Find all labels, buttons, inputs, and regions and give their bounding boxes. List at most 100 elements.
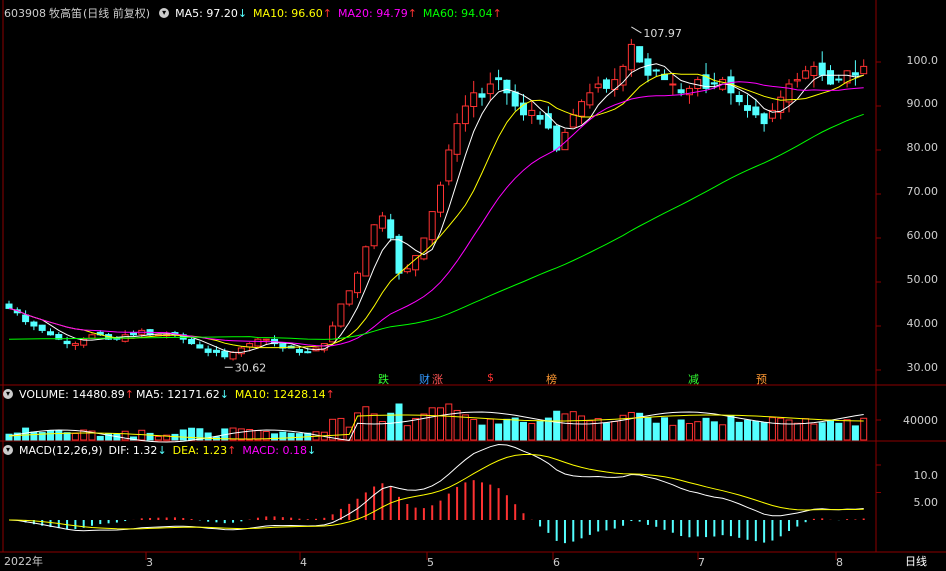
volume-bar (63, 432, 71, 441)
volume-bar (536, 420, 544, 441)
volume-value: 14480.89 (72, 387, 125, 401)
macd-dea-text: DEA: 1.23 (172, 443, 228, 457)
event-marker[interactable]: 减 (688, 371, 699, 387)
volume-settings-icon[interactable]: ▾ (3, 389, 13, 399)
volume-bar (46, 430, 54, 441)
volume-ma10-dir: ↑ (325, 387, 335, 401)
event-marker[interactable]: 财 (419, 371, 430, 387)
candle-body (204, 348, 212, 353)
candle-body (827, 70, 835, 85)
volume-bar (445, 403, 453, 441)
candle-body (63, 340, 71, 345)
event-marker[interactable]: $ (487, 371, 494, 384)
macd-label: MACD(12,26,9) (19, 443, 103, 457)
volume-ma5: MA5: 12171.62↓ (136, 388, 229, 401)
macd-dea-dir: ↑ (227, 443, 237, 457)
candle-body (669, 83, 677, 86)
volume-bar (802, 418, 810, 441)
volume-bar (437, 407, 444, 441)
candle-body (395, 235, 403, 274)
volume-bar (403, 425, 411, 441)
date-tick: 5 (427, 556, 434, 569)
price-tick: 70.00 (906, 185, 939, 198)
volume-bar (461, 414, 469, 441)
volume-bar (528, 423, 536, 441)
volume-header: ▾ VOLUME: 14480.89↑ MA5: 12171.62↓ MA10:… (0, 386, 341, 402)
candle-body (793, 79, 801, 82)
candle-body (818, 62, 826, 76)
candle-body (802, 70, 810, 79)
volume-bar (96, 435, 104, 441)
event-marker[interactable]: 跌 (378, 371, 389, 387)
candle-body (46, 331, 54, 336)
period-label[interactable]: 日线 (905, 553, 927, 569)
candle-body (378, 215, 386, 229)
candle-body (851, 72, 859, 76)
volume-bar (370, 413, 378, 441)
macd-settings-icon[interactable]: ▾ (3, 445, 13, 455)
low-label: 30.62 (235, 361, 267, 374)
macd-tick: 10.0 (913, 469, 939, 482)
volume-bar (453, 409, 461, 441)
ma10-line (8, 72, 864, 349)
volume-bar (851, 425, 859, 441)
candle-body (627, 43, 635, 71)
candle-body (304, 351, 312, 354)
candle-body (594, 83, 602, 89)
volume-label-text: VOLUME: (19, 387, 69, 401)
ma20-line (8, 81, 864, 347)
volume-bar (644, 416, 652, 441)
volume-bar (287, 432, 295, 441)
candle-body (744, 105, 752, 111)
volume-bar (661, 417, 669, 441)
volume-bar (553, 410, 561, 441)
price-tick: 50.00 (906, 273, 939, 286)
volume-bar (860, 417, 868, 441)
event-marker[interactable]: 预 (756, 371, 767, 387)
candle-body (453, 123, 461, 155)
event-marker[interactable]: 榜 (546, 371, 557, 387)
candle-body (445, 149, 453, 182)
date-tick: 8 (836, 556, 843, 569)
volume-bar (154, 435, 162, 441)
volume-bar (685, 422, 693, 441)
candle-body (212, 349, 220, 353)
volume-bar (486, 418, 494, 441)
candle-body (528, 109, 536, 116)
candle-body (835, 78, 843, 81)
volume-bar (55, 430, 63, 441)
candle-body (362, 246, 370, 277)
volume-bar (503, 418, 511, 441)
macd-value: MACD: 0.18↓ (242, 444, 316, 457)
candle-body (503, 79, 511, 94)
candle-body (586, 92, 594, 106)
volume-bar (30, 431, 38, 441)
volume-bar (561, 413, 569, 441)
volume-bar (694, 421, 702, 441)
candle-body (254, 338, 262, 347)
event-marker[interactable]: 涨 (432, 371, 443, 387)
candle-body (428, 211, 436, 241)
volume-bar (146, 432, 154, 441)
high-pointer (631, 26, 642, 34)
ma5-line (8, 63, 864, 353)
kline-chart[interactable]: 107.97 30.62 (0, 0, 946, 571)
volume-bar (387, 412, 395, 441)
macd-dea-line (8, 454, 864, 530)
candle-body (710, 82, 718, 85)
volume-bar (652, 422, 660, 441)
volume-bar (179, 429, 187, 441)
candle-body (196, 344, 204, 349)
candle-body (221, 350, 229, 358)
volume-bar (760, 422, 768, 441)
candle-body (354, 272, 362, 294)
macd-dif-dir: ↓ (157, 443, 167, 457)
volume-bar (478, 424, 486, 441)
candle-body (262, 338, 270, 341)
candle-body (511, 91, 519, 107)
volume-bar (710, 421, 718, 441)
high-label: 107.97 (643, 27, 682, 40)
candle-body (495, 77, 503, 81)
candle-body (752, 106, 760, 116)
price-tick: 30.00 (906, 361, 939, 374)
